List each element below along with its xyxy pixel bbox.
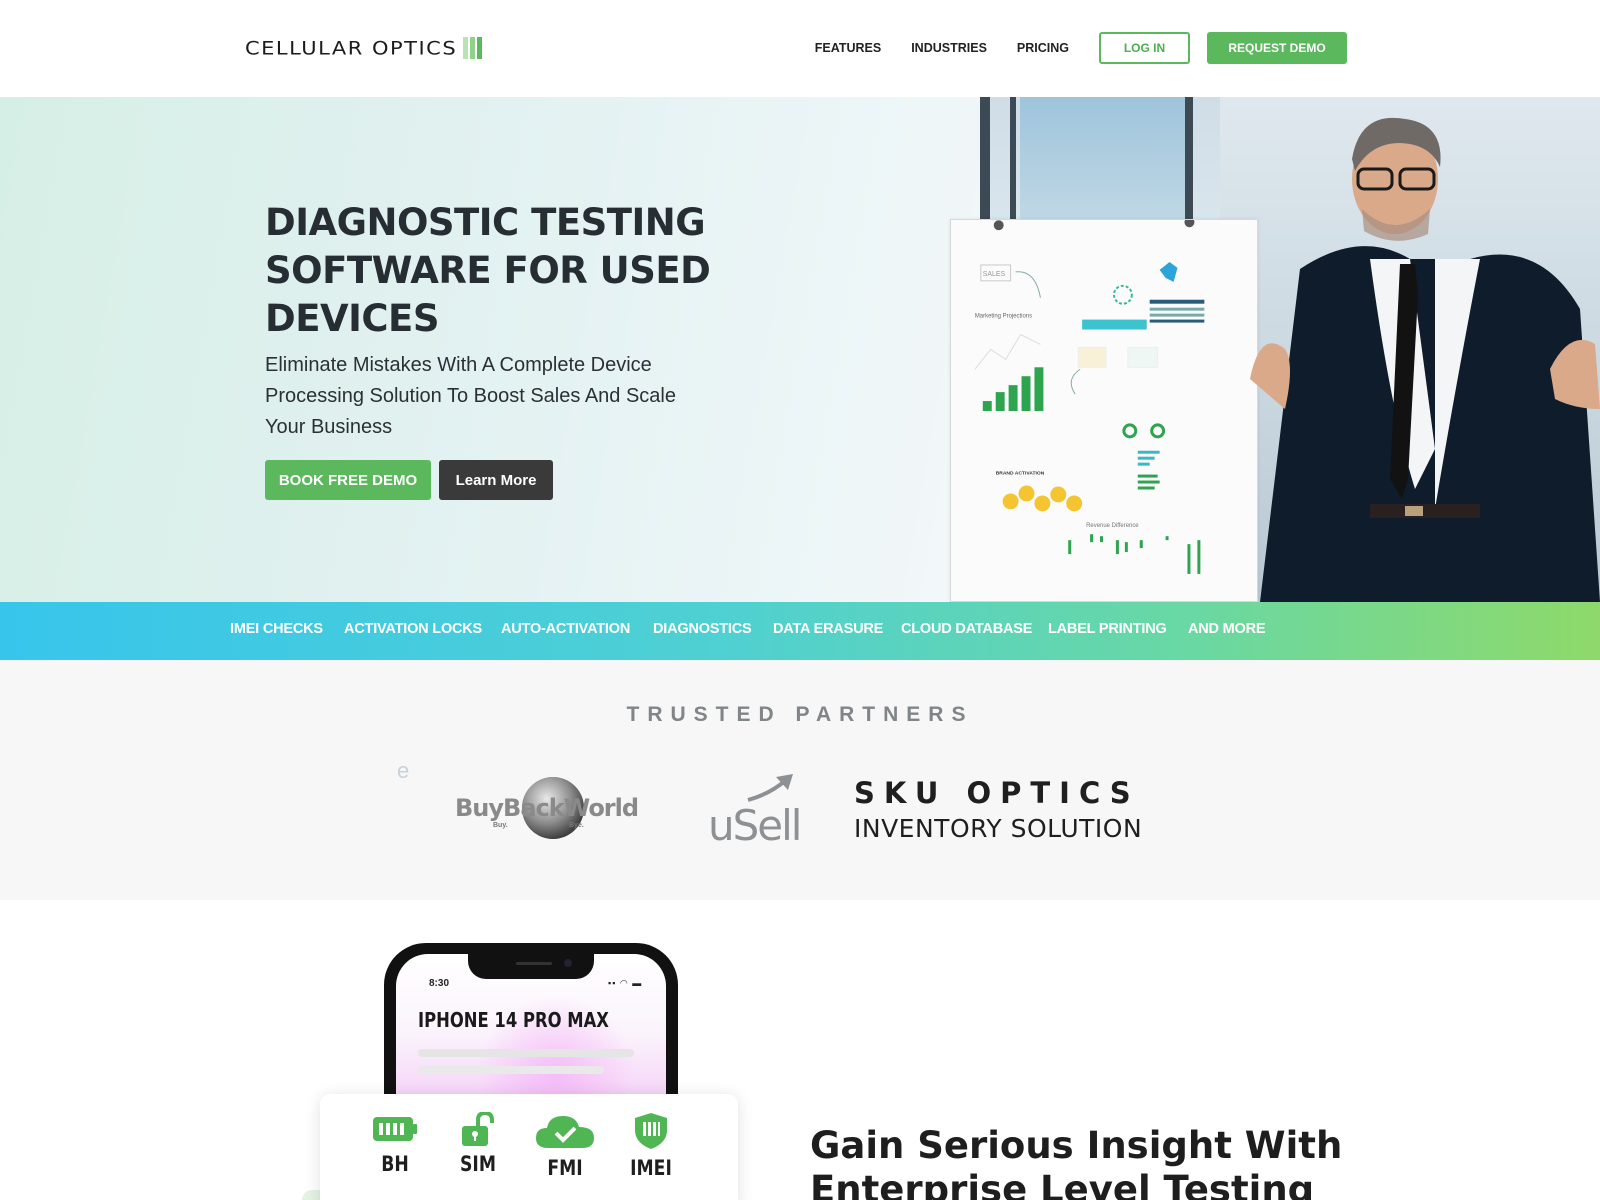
book-free-demo-button[interactable]: BOOK FREE DEMO — [265, 460, 431, 500]
cloud-check-icon — [536, 1116, 594, 1148]
feature-activation-locks[interactable]: ACTIVATION LOCKS — [344, 621, 482, 637]
site-header: CELLULAR OPTICS FEATURES INDUSTRIES PRIC… — [0, 0, 1600, 97]
phone-status-icons: ▪▪ ◠ ▬ — [608, 978, 643, 988]
sku-optics-logo[interactable]: SKU OPTICS INVENTORY SOLUTION — [854, 776, 1154, 846]
shield-bars-icon — [635, 1113, 667, 1149]
buybackworld-logo[interactable]: BuyBackWorld Buy. Bye. — [455, 773, 665, 843]
presenter-illustration — [1250, 117, 1600, 602]
partner-fragment-text: e — [397, 758, 410, 783]
phone-notch — [468, 954, 594, 979]
insight-title: Gain Serious Insight With Enterprise Lev… — [810, 1124, 1370, 1200]
nav-industries[interactable]: INDUSTRIES — [911, 41, 987, 55]
feature-cloud-database[interactable]: CLOUD DATABASE — [901, 621, 1032, 637]
phone-model-title: IPHONE 14 PRO MAX — [418, 1008, 609, 1032]
check-fmi: FMI — [530, 1112, 600, 1180]
logo-text: CELLULAR OPTICS — [245, 37, 458, 59]
check-sim-label: SIM — [460, 1152, 496, 1176]
flipchart-sales-text: SALES — [983, 271, 1006, 278]
phone-time: 8:30 — [429, 978, 450, 989]
check-bh-label: BH — [381, 1152, 409, 1176]
check-imei: IMEI — [616, 1112, 686, 1180]
unlock-icon — [462, 1112, 494, 1146]
logo[interactable]: CELLULAR OPTICS — [245, 36, 483, 60]
logo-bars-icon — [461, 37, 483, 59]
placeholder-line — [418, 1066, 604, 1074]
feature-auto-activation[interactable]: AUTO-ACTIVATION — [501, 621, 630, 637]
hero-title-line: DIAGNOSTIC TESTING — [265, 201, 706, 244]
learn-more-button[interactable]: Learn More — [439, 460, 553, 500]
usell-logo[interactable]: uSell — [708, 770, 813, 845]
trusted-partners-section: TRUSTED PARTNERS e BuyBackWorld Buy. Bye… — [0, 660, 1600, 900]
battery-icon — [373, 1117, 417, 1141]
hero-title: DIAGNOSTIC TESTING SOFTWARE FOR USED DEV… — [265, 199, 725, 343]
insight-title-line: Enterprise Level Testing — [810, 1168, 1315, 1200]
device-checks-card: BH SIM FMI IMEI — [320, 1094, 738, 1200]
sku-optics-tagline: INVENTORY SOLUTION — [854, 814, 1143, 843]
hero-title-line: SOFTWARE FOR USED — [265, 249, 711, 292]
main-nav: FEATURES INDUSTRIES PRICING LOG IN REQUE… — [815, 32, 1347, 64]
buybackworld-tagline-left: Buy. — [493, 822, 508, 829]
check-sim: SIM — [443, 1112, 513, 1176]
flipchart-illustration: SALES Marketing Projections BRAND ACTIVA… — [950, 219, 1258, 602]
flipchart-brand-text: BRAND ACTIVATION — [996, 471, 1045, 477]
feature-imei-checks[interactable]: IMEI CHECKS — [230, 621, 323, 637]
feature-diagnostics[interactable]: DIAGNOSTICS — [653, 621, 752, 637]
partners-title: TRUSTED PARTNERS — [626, 703, 974, 726]
request-demo-button[interactable]: REQUEST DEMO — [1207, 32, 1347, 64]
nav-pricing[interactable]: PRICING — [1017, 41, 1069, 55]
flipchart-revenue-text: Revenue Difference — [1086, 523, 1139, 529]
placeholder-line — [418, 1049, 634, 1057]
sku-optics-wordmark: SKU OPTICS — [854, 776, 1140, 810]
check-bh: BH — [360, 1112, 430, 1176]
feature-strip: IMEI CHECKS ACTIVATION LOCKS AUTO-ACTIVA… — [0, 602, 1600, 660]
hero-title-line: DEVICES — [265, 297, 439, 340]
feature-data-erasure[interactable]: DATA ERASURE — [773, 621, 883, 637]
insight-section: 8:30 ▪▪ ◠ ▬ IPHONE 14 PRO MAX BH SIM FMI… — [0, 900, 1600, 1200]
login-button[interactable]: LOG IN — [1099, 32, 1190, 64]
check-imei-label: IMEI — [630, 1156, 672, 1180]
nav-features[interactable]: FEATURES — [815, 41, 881, 55]
usell-wordmark: uSell — [708, 801, 800, 845]
flipchart-marketing-text: Marketing Projections — [975, 314, 1032, 320]
hero-section: SALES Marketing Projections BRAND ACTIVA… — [0, 97, 1600, 602]
check-fmi-label: FMI — [547, 1156, 583, 1180]
feature-label-printing[interactable]: LABEL PRINTING — [1048, 621, 1167, 637]
insight-title-line: Gain Serious Insight With — [810, 1124, 1343, 1167]
buybackworld-wordmark: BuyBackWorld — [455, 794, 638, 822]
buybackworld-tagline-right: Bye. — [569, 822, 584, 829]
feature-and-more[interactable]: AND MORE — [1188, 621, 1266, 637]
hero-subtitle: Eliminate Mistakes With A Complete Devic… — [265, 354, 676, 438]
